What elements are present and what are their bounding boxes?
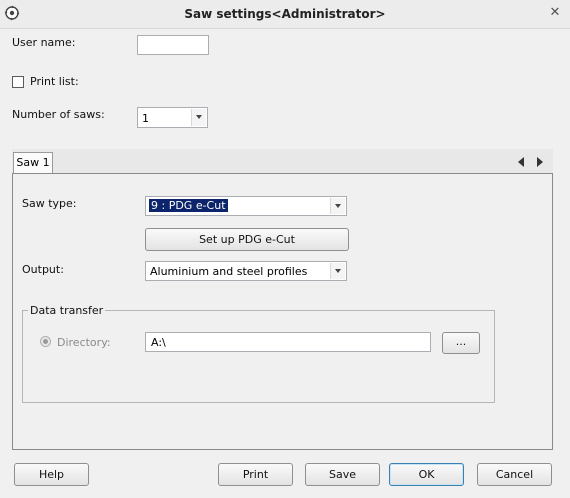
tab-scroll-left-icon[interactable] [518,157,524,167]
user-name-input[interactable] [137,35,209,55]
data-transfer-title: Data transfer [28,304,106,317]
print-list-checkbox[interactable] [12,76,24,88]
number-of-saws-value: 1 [142,112,149,125]
tab-scroll-right-icon[interactable] [537,157,543,167]
setup-pdg-ecut-button[interactable]: Set up PDG e-Cut [145,228,349,251]
chevron-down-icon[interactable] [330,263,345,279]
tab-strip [12,149,553,173]
help-button[interactable]: Help [14,463,89,486]
directory-radio[interactable] [40,336,51,347]
directory-input[interactable]: A:\ [145,332,431,352]
user-name-label: User name: [12,36,76,49]
print-list-label: Print list: [30,75,79,88]
number-of-saws-label: Number of saws: [12,108,105,121]
output-dropdown[interactable]: Aluminium and steel profiles [145,261,347,281]
chevron-down-icon[interactable] [330,198,345,214]
close-icon[interactable]: ✕ [548,6,562,20]
cancel-button[interactable]: Cancel [477,463,552,486]
saw-type-value: 9 : PDG e-Cut [149,199,228,212]
print-button[interactable]: Print [218,463,293,486]
save-button[interactable]: Save [305,463,380,486]
output-label: Output: [22,263,64,276]
tab-saw-1[interactable]: Saw 1 [13,152,53,174]
saw-type-dropdown[interactable]: 9 : PDG e-Cut [145,196,347,216]
saw-type-label: Saw type: [22,197,77,210]
window-title: Saw settings<Administrator> [184,7,386,21]
ok-button[interactable]: OK [389,463,464,486]
data-transfer-group [22,310,495,403]
browse-button[interactable]: ... [442,332,480,354]
directory-label: Directory: [57,336,111,349]
chevron-down-icon[interactable] [191,109,206,126]
number-of-saws-dropdown[interactable]: 1 [137,107,208,128]
output-value: Aluminium and steel profiles [150,265,308,278]
